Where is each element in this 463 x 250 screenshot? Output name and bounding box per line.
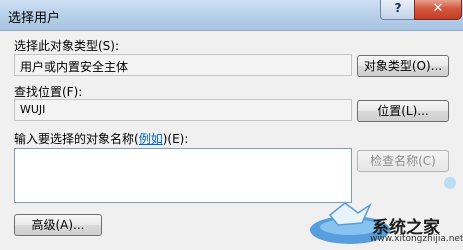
select-users-dialog: 选择用户 ? ✕ 选择此对象类型(S): 用户或内置安全主体 对象类型(O)..… bbox=[0, 0, 463, 250]
locations-button[interactable]: 位置(L)... bbox=[357, 100, 449, 122]
check-names-button[interactable]: 检查名称(C) bbox=[357, 150, 449, 172]
location-label: 查找位置(F): bbox=[14, 85, 83, 99]
help-icon: ? bbox=[394, 1, 402, 15]
examples-link[interactable]: 例如 bbox=[139, 132, 163, 146]
location-value: WUJI bbox=[20, 103, 46, 116]
close-button[interactable]: ✕ bbox=[414, 0, 462, 20]
watermark-url: www.xitongzhijia.net bbox=[370, 234, 463, 244]
object-types-button[interactable]: 对象类型(O)... bbox=[357, 55, 449, 77]
names-label: 输入要选择的对象名称(例如)(E): bbox=[14, 130, 188, 147]
help-button[interactable]: ? bbox=[380, 0, 416, 20]
object-type-label: 选择此对象类型(S): bbox=[14, 39, 120, 53]
object-type-value: 用户或内置安全主体 bbox=[20, 60, 129, 74]
advanced-button[interactable]: 高级(A)... bbox=[14, 214, 102, 236]
object-type-field: 用户或内置安全主体 bbox=[14, 54, 352, 76]
names-label-suffix: )(E): bbox=[162, 132, 189, 146]
names-label-prefix: 输入要选择的对象名称( bbox=[14, 132, 139, 146]
dialog-title: 选择用户 bbox=[8, 11, 61, 26]
location-field: WUJI bbox=[14, 99, 352, 121]
close-icon: ✕ bbox=[432, 1, 444, 16]
title-bar[interactable]: 选择用户 ? ✕ bbox=[0, 0, 463, 31]
